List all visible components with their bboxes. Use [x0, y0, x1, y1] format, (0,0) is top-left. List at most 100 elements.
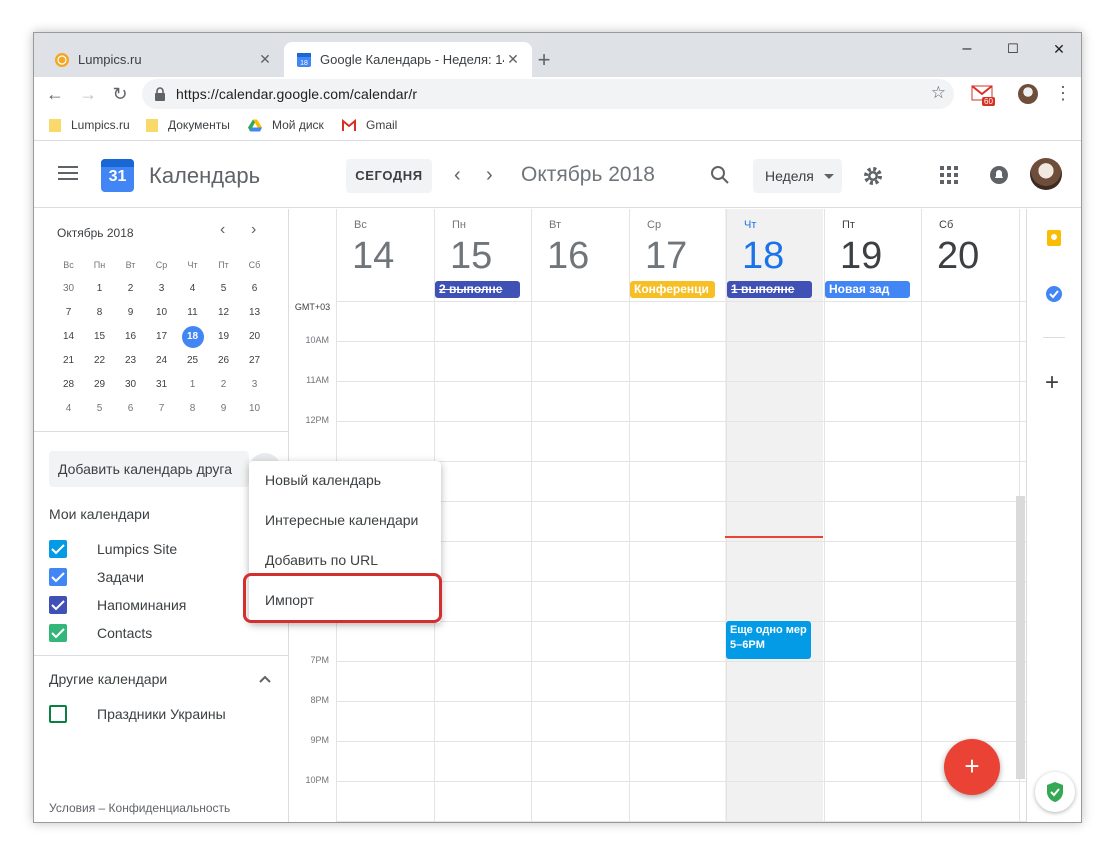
menu-item[interactable]: Добавить по URL — [265, 552, 378, 568]
close-window-button[interactable]: ✕ — [1036, 37, 1081, 61]
mini-day[interactable]: 12 — [208, 301, 239, 325]
calendar-list-item[interactable]: Contacts — [49, 623, 152, 643]
mini-day[interactable]: 29 — [84, 373, 115, 397]
calendar-list-item[interactable]: Lumpics Site — [49, 539, 177, 559]
mini-day[interactable]: 6 — [115, 397, 146, 421]
tab-google-calendar[interactable]: 18 Google Календарь - Неделя: 14 ✕ — [284, 42, 532, 77]
mini-prev-month-icon[interactable]: ‹ — [220, 221, 225, 239]
mini-day[interactable]: 18 — [177, 325, 208, 349]
today-button[interactable]: СЕГОДНЯ — [346, 159, 432, 193]
account-avatar[interactable] — [1030, 158, 1062, 190]
all-day-event-chip[interactable]: Конференци — [630, 281, 715, 298]
calendar-logo-icon[interactable]: 31 — [101, 159, 134, 192]
checkbox-checked-icon[interactable] — [49, 596, 67, 614]
day-number[interactable]: 16 — [547, 235, 589, 278]
day-number[interactable]: 19 — [840, 235, 882, 278]
mini-day[interactable]: 16 — [115, 325, 146, 349]
checkbox-checked-icon[interactable] — [49, 624, 67, 642]
mini-day[interactable]: 30 — [53, 277, 84, 301]
mini-day[interactable]: 20 — [239, 325, 270, 349]
mini-day[interactable]: 11 — [177, 301, 208, 325]
mini-day[interactable]: 13 — [239, 301, 270, 325]
menu-item[interactable]: Новый календарь — [265, 472, 381, 488]
main-menu-icon[interactable] — [58, 166, 78, 180]
mini-day[interactable]: 30 — [115, 373, 146, 397]
day-number[interactable]: 15 — [450, 235, 492, 278]
notifications-bell-icon[interactable] — [988, 164, 1010, 186]
all-day-event-chip[interactable]: 1 выполне — [727, 281, 812, 298]
mini-day[interactable]: 3 — [239, 373, 270, 397]
add-addon-icon[interactable]: + — [1045, 369, 1059, 397]
next-week-icon[interactable]: › — [486, 164, 493, 187]
mini-day[interactable]: 27 — [239, 349, 270, 373]
maximize-button[interactable]: ☐ — [990, 37, 1036, 61]
bookmark-star-icon[interactable]: ☆ — [931, 83, 946, 103]
mini-day[interactable]: 4 — [53, 397, 84, 421]
bookmark-documents[interactable]: Документы — [146, 118, 230, 132]
day-number[interactable]: 20 — [937, 235, 979, 278]
mini-day[interactable]: 1 — [84, 277, 115, 301]
mini-day[interactable]: 25 — [177, 349, 208, 373]
day-header[interactable]: Вс 14 — [336, 209, 433, 301]
mini-day[interactable]: 5 — [84, 397, 115, 421]
mini-day[interactable]: 28 — [53, 373, 84, 397]
mini-day[interactable]: 17 — [146, 325, 177, 349]
mini-day[interactable]: 10 — [146, 301, 177, 325]
mini-day[interactable]: 7 — [53, 301, 84, 325]
mini-day[interactable]: 4 — [177, 277, 208, 301]
mini-day[interactable]: 21 — [53, 349, 84, 373]
calendar-list-item[interactable]: Напоминания — [49, 595, 186, 615]
settings-gear-icon[interactable] — [861, 164, 885, 188]
other-calendars-title[interactable]: Другие календари — [49, 671, 167, 687]
day-number[interactable]: 14 — [352, 235, 394, 278]
mini-day[interactable]: 26 — [208, 349, 239, 373]
day-number[interactable]: 17 — [645, 235, 687, 278]
tasks-icon[interactable] — [1045, 285, 1063, 303]
mini-day[interactable]: 15 — [84, 325, 115, 349]
browser-menu-icon[interactable]: ⋮ — [1054, 84, 1072, 102]
keep-icon[interactable] — [1045, 229, 1063, 247]
reload-icon[interactable]: ↻ — [109, 83, 131, 105]
chevron-up-icon[interactable] — [258, 674, 272, 684]
checkbox-checked-icon[interactable] — [49, 540, 67, 558]
checkbox-unchecked-icon[interactable] — [49, 705, 67, 723]
mini-day[interactable]: 22 — [84, 349, 115, 373]
previous-week-icon[interactable]: ‹ — [454, 164, 461, 187]
shield-check-icon[interactable] — [1035, 772, 1075, 812]
new-tab-icon[interactable]: + — [534, 47, 554, 73]
mini-day[interactable]: 8 — [177, 397, 208, 421]
mini-day[interactable]: 2 — [208, 373, 239, 397]
bookmark-drive[interactable]: Мой диск — [248, 118, 324, 132]
google-apps-icon[interactable] — [940, 166, 958, 184]
mini-day[interactable]: 1 — [177, 373, 208, 397]
tab-lumpics[interactable]: Lumpics.ru ✕ — [42, 42, 284, 77]
create-event-button[interactable]: + — [944, 739, 1000, 795]
view-select[interactable]: Неделя — [753, 159, 842, 193]
add-friend-calendar-input[interactable]: Добавить календарь друга — [49, 451, 249, 487]
mini-day[interactable]: 19 — [208, 325, 239, 349]
bookmark-gmail[interactable]: Gmail — [342, 118, 397, 132]
calendar-list-item[interactable]: Задачи — [49, 567, 144, 587]
mini-day[interactable]: 7 — [146, 397, 177, 421]
mini-day[interactable]: 9 — [115, 301, 146, 325]
mini-day[interactable]: 2 — [115, 277, 146, 301]
mini-day[interactable]: 9 — [208, 397, 239, 421]
profile-avatar[interactable] — [1018, 84, 1038, 104]
back-arrow-icon[interactable]: ← — [44, 83, 66, 105]
minimize-button[interactable]: – — [944, 37, 990, 61]
calendar-list-item[interactable]: Праздники Украины — [49, 704, 226, 724]
mini-day[interactable]: 10 — [239, 397, 270, 421]
search-icon[interactable] — [709, 164, 731, 186]
scrollbar[interactable] — [1016, 496, 1025, 779]
mini-day[interactable]: 31 — [146, 373, 177, 397]
mini-next-month-icon[interactable]: › — [251, 221, 256, 239]
calendar-event[interactable]: Еще одно мер 5–6PM — [726, 621, 811, 659]
gmail-extension-icon[interactable]: 60 — [971, 83, 995, 107]
forward-arrow-icon[interactable]: → — [77, 83, 99, 105]
tab-close-icon[interactable]: ✕ — [504, 51, 522, 68]
mini-day[interactable]: 14 — [53, 325, 84, 349]
my-calendars-title[interactable]: Мои календари — [49, 506, 150, 522]
all-day-event-chip[interactable]: 2 выполне — [435, 281, 520, 298]
day-number[interactable]: 18 — [742, 235, 784, 278]
checkbox-checked-icon[interactable] — [49, 568, 67, 586]
